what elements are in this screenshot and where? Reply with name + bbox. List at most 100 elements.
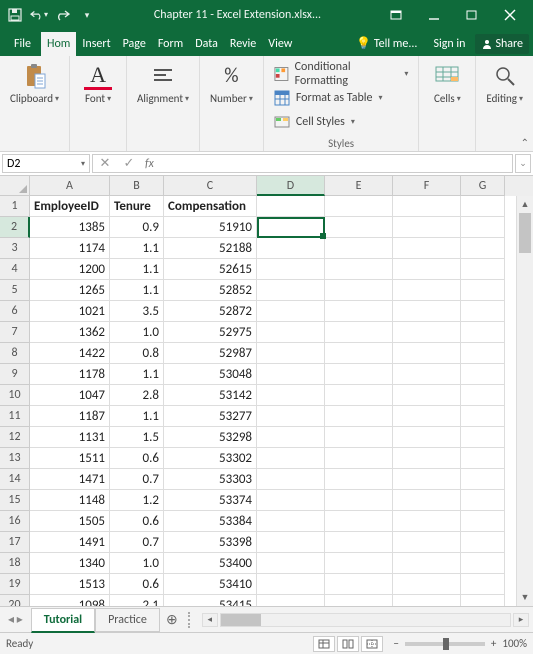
- cell[interactable]: 0.7: [110, 469, 164, 490]
- cell[interactable]: [325, 553, 393, 574]
- cell[interactable]: [393, 490, 461, 511]
- cell[interactable]: [393, 511, 461, 532]
- cell[interactable]: 1491: [30, 532, 110, 553]
- cell[interactable]: Tenure: [110, 196, 164, 217]
- cell[interactable]: 1187: [30, 406, 110, 427]
- scroll-right-icon[interactable]: ▸: [513, 613, 529, 627]
- cell[interactable]: [257, 469, 325, 490]
- cell[interactable]: 1178: [30, 364, 110, 385]
- cell[interactable]: [257, 406, 325, 427]
- number-button[interactable]: % Number▾: [204, 60, 259, 107]
- cell[interactable]: 1047: [30, 385, 110, 406]
- row-header[interactable]: 14: [0, 469, 30, 490]
- cell[interactable]: [461, 343, 505, 364]
- cell[interactable]: [393, 448, 461, 469]
- new-sheet-button[interactable]: ⊕: [160, 611, 184, 628]
- col-header-B[interactable]: B: [110, 176, 164, 196]
- cell[interactable]: [257, 427, 325, 448]
- cell[interactable]: [461, 322, 505, 343]
- sheet-tab-tutorial[interactable]: Tutorial: [31, 608, 95, 633]
- cell[interactable]: 1.1: [110, 280, 164, 301]
- sheet-divider[interactable]: [188, 612, 194, 628]
- cell[interactable]: 0.6: [110, 448, 164, 469]
- undo-icon[interactable]: ▾: [30, 6, 48, 24]
- hscroll-track[interactable]: [220, 613, 511, 627]
- tab-view[interactable]: View: [262, 32, 298, 56]
- cell[interactable]: [461, 385, 505, 406]
- cell[interactable]: [461, 280, 505, 301]
- cell[interactable]: [325, 406, 393, 427]
- cell[interactable]: [393, 259, 461, 280]
- row-header[interactable]: 5: [0, 280, 30, 301]
- zoom-knob[interactable]: [443, 638, 449, 650]
- cell[interactable]: 0.6: [110, 511, 164, 532]
- cell[interactable]: [325, 196, 393, 217]
- cell[interactable]: [257, 553, 325, 574]
- col-header-F[interactable]: F: [393, 176, 461, 196]
- cell[interactable]: 1.0: [110, 553, 164, 574]
- cell[interactable]: [461, 259, 505, 280]
- tab-insert[interactable]: Insert: [76, 32, 116, 56]
- cell[interactable]: 1.5: [110, 427, 164, 448]
- cell[interactable]: [257, 385, 325, 406]
- zoom-out-button[interactable]: −: [393, 637, 398, 650]
- cell[interactable]: 53142: [164, 385, 257, 406]
- enter-icon[interactable]: ✓: [117, 156, 141, 171]
- cell[interactable]: [257, 574, 325, 595]
- row-header[interactable]: 7: [0, 322, 30, 343]
- cell[interactable]: 1513: [30, 574, 110, 595]
- row-header[interactable]: 17: [0, 532, 30, 553]
- cell[interactable]: 3.5: [110, 301, 164, 322]
- cell[interactable]: [461, 574, 505, 595]
- tab-review[interactable]: Revie: [224, 32, 262, 56]
- cell[interactable]: 53415: [164, 595, 257, 606]
- sheet-nav[interactable]: ◂ ▸: [0, 612, 31, 627]
- cell[interactable]: [257, 301, 325, 322]
- cell[interactable]: [393, 343, 461, 364]
- cell[interactable]: [461, 448, 505, 469]
- col-header-A[interactable]: A: [30, 176, 110, 196]
- zoom-slider[interactable]: [405, 642, 485, 646]
- scroll-left-icon[interactable]: ◂: [202, 613, 218, 627]
- cell[interactable]: [461, 553, 505, 574]
- cells-button[interactable]: Cells▾: [423, 60, 471, 107]
- cell[interactable]: 2.1: [110, 595, 164, 606]
- conditional-formatting-button[interactable]: Conditional Formatting ▾: [274, 64, 409, 84]
- cell[interactable]: 0.7: [110, 532, 164, 553]
- cell[interactable]: [461, 196, 505, 217]
- cell[interactable]: [393, 595, 461, 606]
- cell[interactable]: [461, 595, 505, 606]
- cell[interactable]: [325, 280, 393, 301]
- cell[interactable]: 1.1: [110, 259, 164, 280]
- cell[interactable]: [393, 427, 461, 448]
- cell[interactable]: 52872: [164, 301, 257, 322]
- cell[interactable]: 1.1: [110, 406, 164, 427]
- share-button[interactable]: Share: [475, 34, 529, 54]
- cell[interactable]: 1200: [30, 259, 110, 280]
- editing-button[interactable]: Editing▾: [480, 60, 529, 107]
- redo-icon[interactable]: [54, 6, 72, 24]
- cell[interactable]: [393, 385, 461, 406]
- cell[interactable]: 53400: [164, 553, 257, 574]
- cell[interactable]: [325, 595, 393, 606]
- row-header[interactable]: 12: [0, 427, 30, 448]
- cell[interactable]: [393, 469, 461, 490]
- cell[interactable]: [257, 595, 325, 606]
- tab-home[interactable]: Hom: [41, 32, 76, 56]
- cell[interactable]: 53410: [164, 574, 257, 595]
- tab-formulas[interactable]: Form: [152, 32, 189, 56]
- cell[interactable]: 1505: [30, 511, 110, 532]
- cell[interactable]: 1471: [30, 469, 110, 490]
- cell[interactable]: 1148: [30, 490, 110, 511]
- cell[interactable]: [393, 280, 461, 301]
- row-header[interactable]: 11: [0, 406, 30, 427]
- cell[interactable]: 1265: [30, 280, 110, 301]
- row-header[interactable]: 16: [0, 511, 30, 532]
- cell[interactable]: 1174: [30, 238, 110, 259]
- cell[interactable]: [461, 532, 505, 553]
- hscroll-thumb[interactable]: [221, 614, 261, 626]
- cell[interactable]: 1511: [30, 448, 110, 469]
- cell[interactable]: [325, 259, 393, 280]
- cell[interactable]: 52188: [164, 238, 257, 259]
- cell[interactable]: [325, 448, 393, 469]
